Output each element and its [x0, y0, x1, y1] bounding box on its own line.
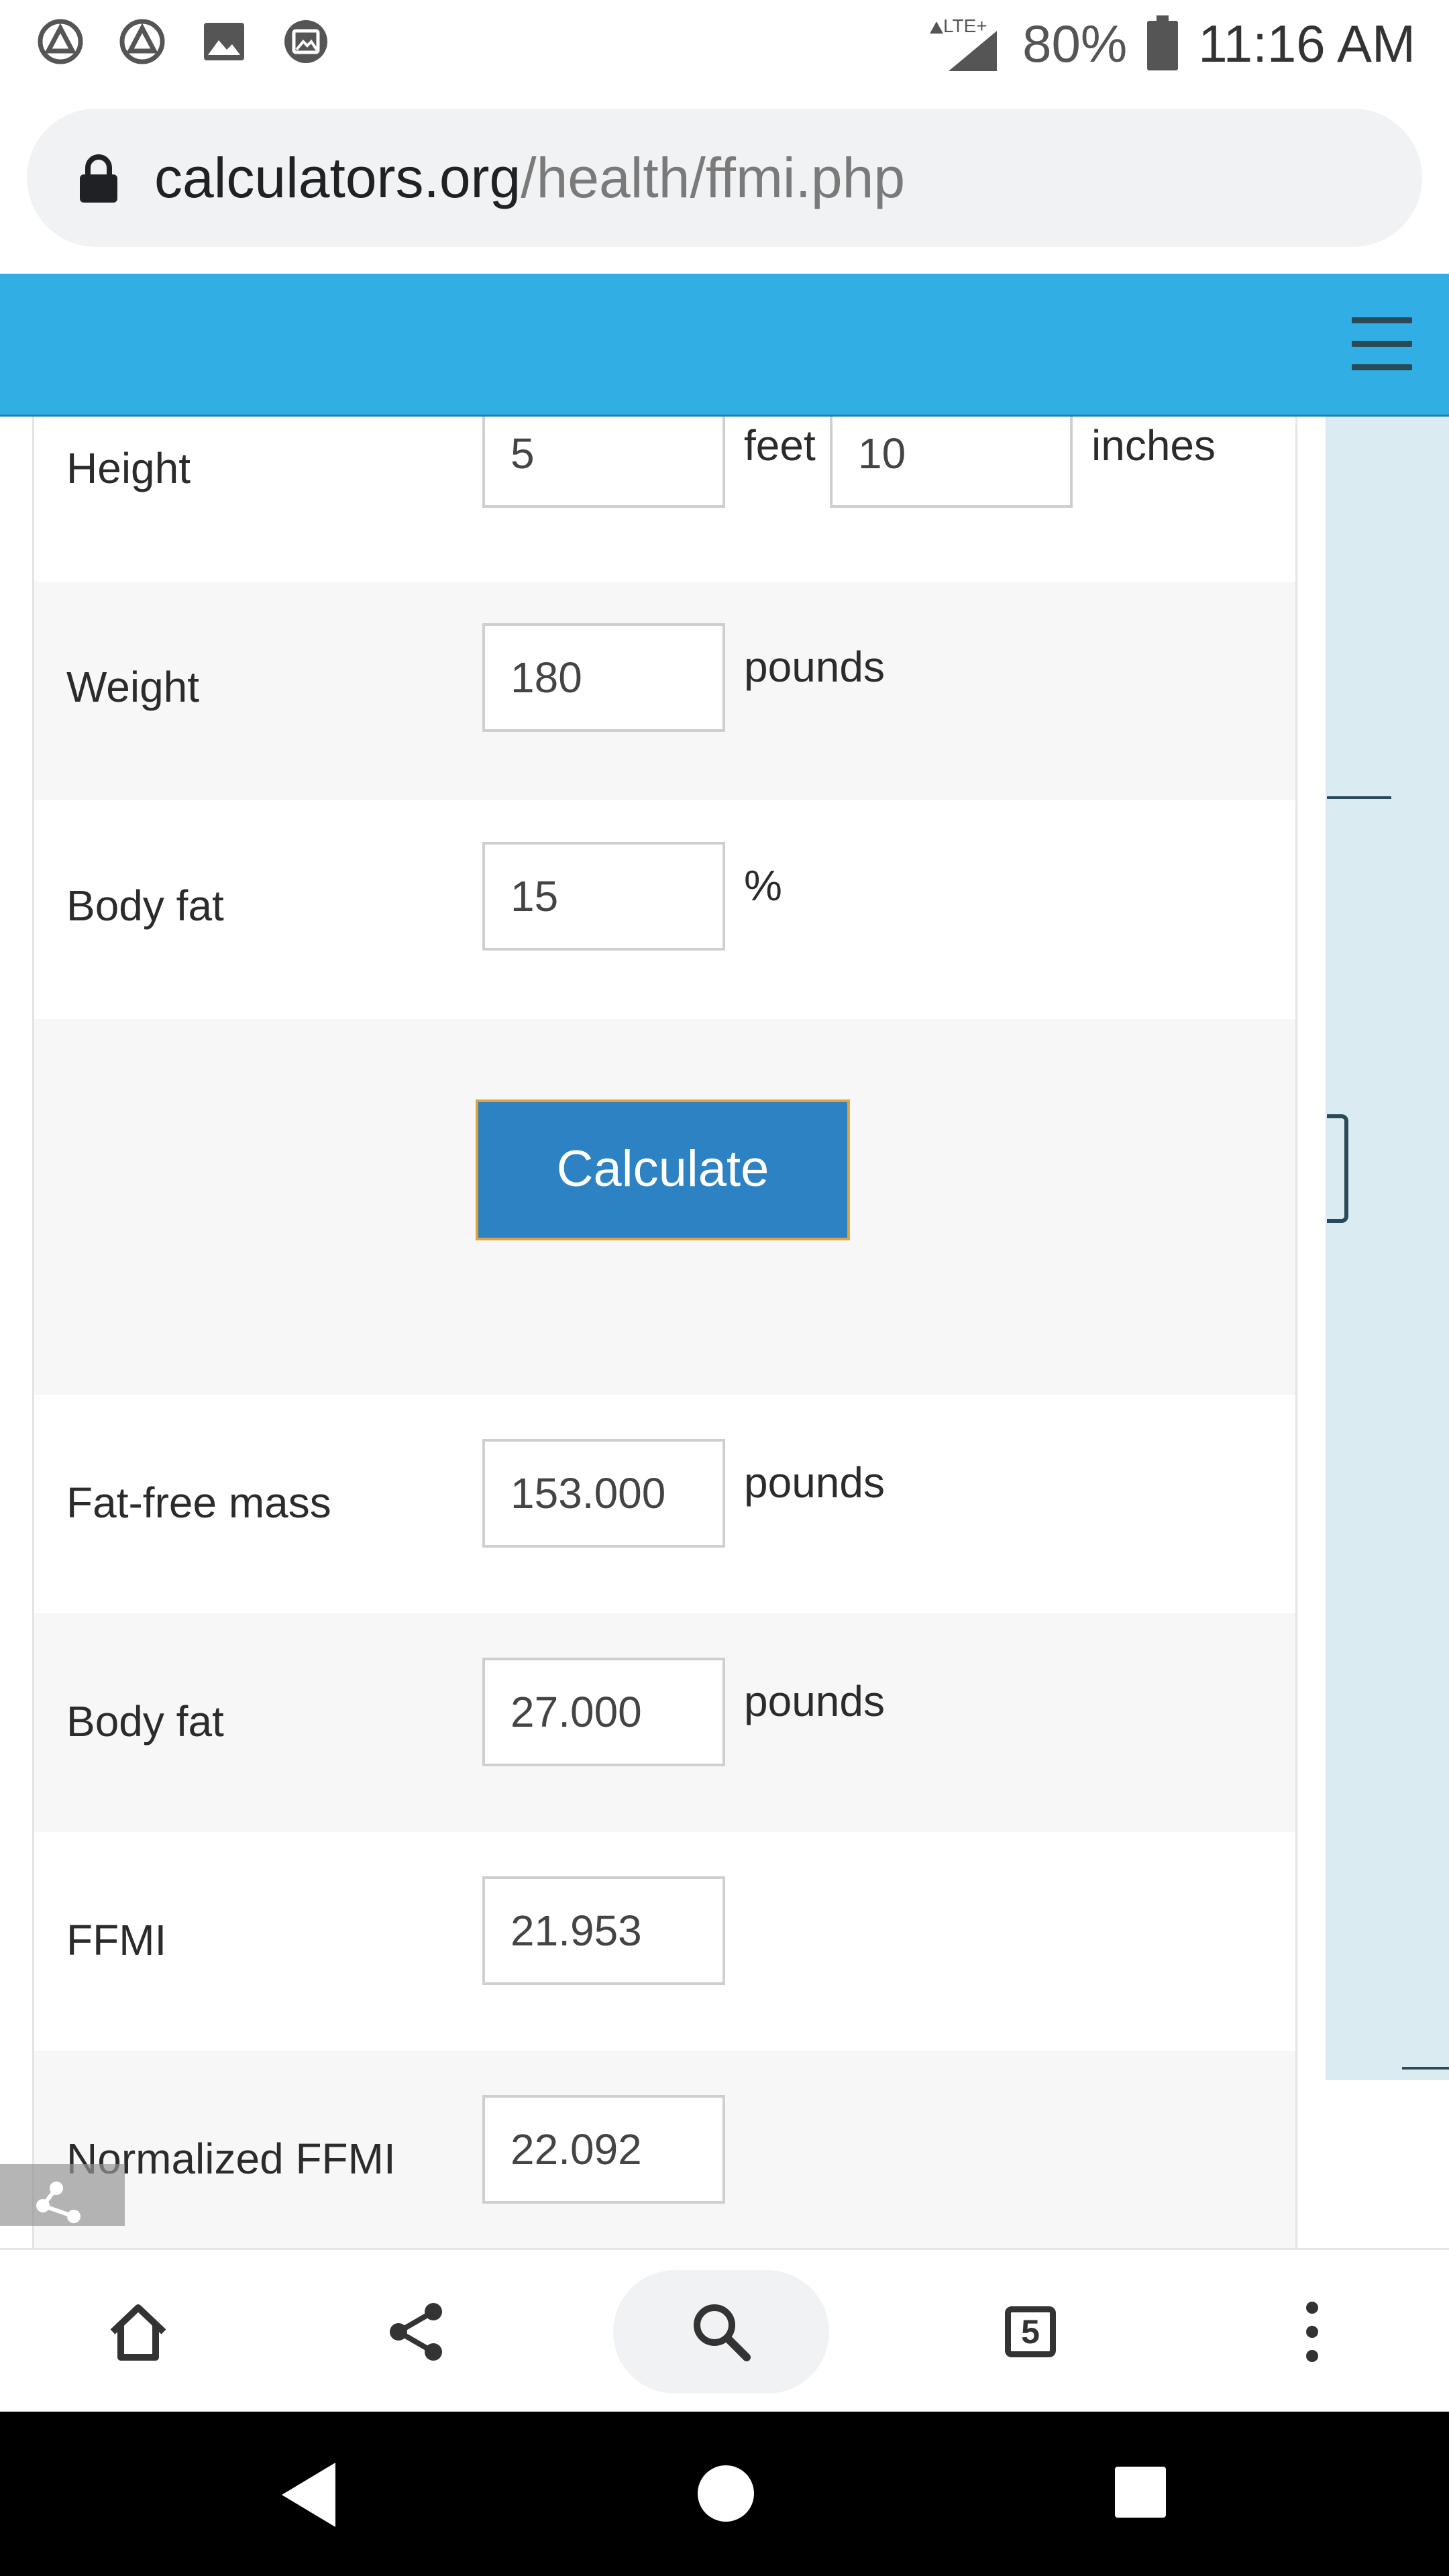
- calculate-row: Calculate: [34, 1019, 1295, 1395]
- more-button[interactable]: [1272, 2250, 1352, 2414]
- gallery-icon: [284, 20, 327, 63]
- recents-icon[interactable]: [1114, 2465, 1167, 2519]
- body-fat-row: Body fat 15 %: [34, 800, 1295, 1019]
- image-icon: [204, 23, 244, 60]
- url-text[interactable]: calculators.org/health/ffmi.php: [154, 141, 905, 215]
- home-nav-icon[interactable]: [695, 2463, 757, 2524]
- lock-icon: [80, 154, 117, 203]
- divider: [1402, 2067, 1449, 2070]
- system-nav-bar: [0, 2412, 1449, 2576]
- height-label: Height: [66, 444, 191, 492]
- weight-unit: pounds: [744, 643, 885, 691]
- floating-share-widget[interactable]: [0, 2164, 125, 2226]
- body-fat-input[interactable]: 15: [482, 842, 725, 951]
- ffmi-label: FFMI: [66, 1916, 167, 1964]
- url-bar[interactable]: calculators.org/health/ffmi.php: [27, 109, 1422, 247]
- share-button[interactable]: [376, 2250, 456, 2414]
- clock: 11:16 AM: [1198, 13, 1415, 73]
- app-notification-icon: [119, 19, 165, 64]
- url-path: /health/ffmi.php: [521, 146, 906, 209]
- hamburger-icon[interactable]: [1352, 317, 1412, 371]
- share-icon: [36, 2182, 80, 2223]
- fat-free-mass-output[interactable]: 153.000: [482, 1439, 725, 1548]
- height-row: Height 5 feet 10 inches: [34, 417, 1295, 582]
- weight-input[interactable]: 180: [482, 623, 725, 732]
- calculate-button[interactable]: Calculate: [476, 1099, 850, 1240]
- app-notification-icon: [38, 19, 83, 64]
- page-content: Height 5 feet 10 inches Weight 180 pound…: [0, 417, 1449, 2248]
- signal-icon: LTE+: [930, 15, 998, 71]
- ffmi-output[interactable]: 21.953: [482, 1876, 725, 1985]
- body-fat-output[interactable]: 27.000: [482, 1658, 725, 1766]
- fat-free-mass-row: Fat-free mass 153.000 pounds: [34, 1395, 1295, 1613]
- more-icon: [1306, 2302, 1318, 2362]
- network-type: LTE+: [943, 15, 987, 36]
- body-fat-result-row: Body fat 27.000 pounds: [34, 1613, 1295, 1832]
- inches-unit: inches: [1091, 421, 1216, 470]
- body-fat-result-label: Body fat: [66, 1697, 224, 1746]
- site-header: [0, 274, 1449, 417]
- decoration: [1327, 1114, 1348, 1223]
- divider: [1327, 796, 1391, 799]
- weight-row: Weight 180 pounds: [34, 582, 1295, 800]
- calculator-form: Height 5 feet 10 inches Weight 180 pound…: [32, 417, 1297, 2248]
- height-feet-input[interactable]: 5: [482, 417, 725, 508]
- home-icon: [110, 2304, 166, 2361]
- battery-percent: 80%: [1022, 13, 1128, 73]
- fat-free-mass-unit: pounds: [744, 1458, 885, 1507]
- battery-icon: [1147, 15, 1179, 70]
- url-domain: calculators.org: [154, 146, 521, 209]
- back-icon[interactable]: [276, 2460, 341, 2530]
- ffmi-row: FFMI 21.953: [34, 1832, 1295, 2051]
- tabs-button[interactable]: 5: [990, 2250, 1071, 2414]
- normalized-ffmi-row: Normalized FFMI 22.092: [34, 2051, 1295, 2248]
- browser-toolbar: 5: [0, 2248, 1449, 2414]
- body-fat-label: Body fat: [66, 881, 224, 930]
- share-icon: [390, 2303, 442, 2361]
- search-icon: [694, 2304, 751, 2361]
- height-inches-input[interactable]: 10: [830, 417, 1073, 508]
- feet-unit: feet: [744, 421, 816, 470]
- fat-free-mass-label: Fat-free mass: [66, 1479, 331, 1527]
- body-fat-result-unit: pounds: [744, 1677, 885, 1725]
- percent-unit: %: [744, 861, 782, 910]
- weight-label: Weight: [66, 663, 200, 711]
- search-icon-wrap[interactable]: [681, 2250, 761, 2414]
- home-button[interactable]: [98, 2250, 178, 2414]
- normalized-ffmi-output[interactable]: 22.092: [482, 2095, 725, 2204]
- side-panel: [1326, 417, 1449, 2080]
- tabs-icon: 5: [1005, 2306, 1056, 2357]
- status-bar: LTE+ 80% 11:16 AM: [0, 0, 1449, 87]
